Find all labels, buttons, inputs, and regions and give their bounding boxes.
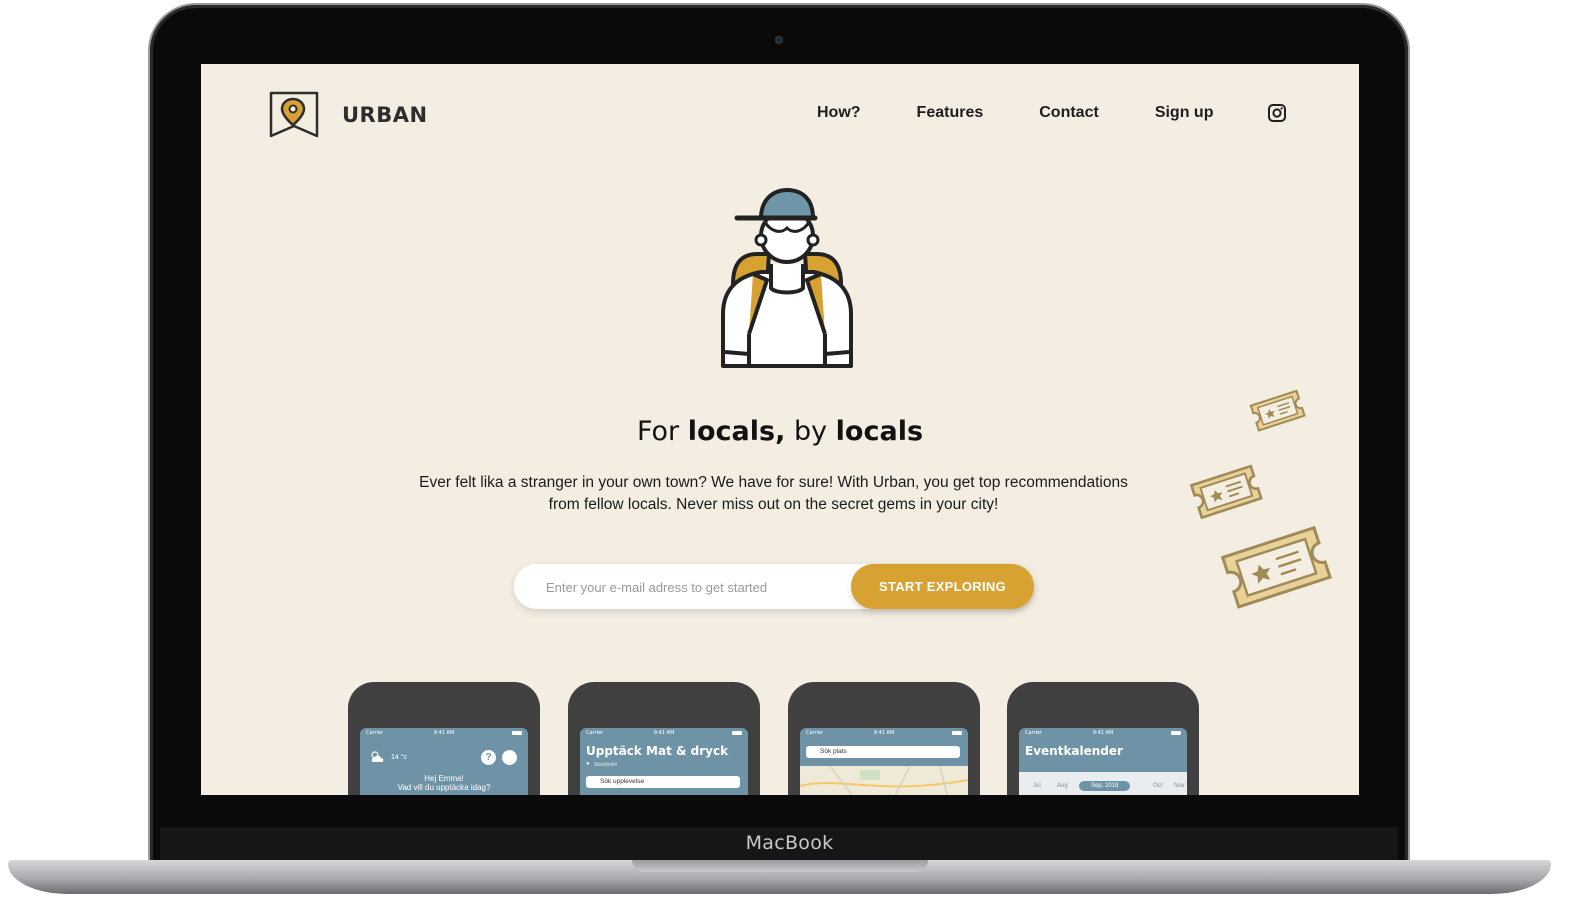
cloud-sun-icon — [371, 751, 384, 762]
greeting: Hej Emma! — [424, 774, 464, 783]
email-input[interactable] — [544, 564, 848, 611]
status-time: 9:41 AM — [1092, 730, 1114, 736]
headline-part-4: locals — [835, 416, 924, 447]
backpacker-illustration — [709, 184, 865, 379]
battery-icon — [512, 731, 522, 735]
battery-icon — [952, 731, 962, 735]
ticket-icon — [1249, 389, 1306, 432]
temperature: 14 °c — [391, 754, 408, 761]
camera-icon — [775, 36, 783, 44]
month-item[interactable]: Oct — [1153, 783, 1162, 789]
device-label: MacBook — [745, 832, 834, 854]
main-nav: How? Features Contact Sign up — [817, 104, 1269, 122]
brand-logo[interactable]: URBAN — [268, 90, 428, 140]
nav-sign-up[interactable]: Sign up — [1155, 104, 1214, 122]
month-item[interactable]: Jul — [1033, 783, 1041, 789]
profile-icon[interactable] — [502, 750, 517, 765]
location-label: Stockholm — [594, 762, 618, 768]
status-time: 9:41 AM — [433, 730, 455, 736]
phone-screen: Carrier 9:41 AM Eventkalender Jul Aug Se… — [1019, 728, 1187, 795]
month-item[interactable]: Aug — [1057, 783, 1068, 789]
laptop-notch — [632, 860, 928, 872]
website-screen: URBAN How? Features Contact Sign up For … — [201, 64, 1359, 795]
map-view[interactable] — [800, 765, 968, 795]
tagline-line-1: Ever felt lika a stranger in your own to… — [419, 474, 1128, 491]
month-item[interactable]: Nov — [1174, 783, 1185, 789]
ticket-icon — [1189, 464, 1263, 520]
phone-mockup-map: Carrier 9:41 AM Sök plats — [788, 682, 980, 795]
headline-part-2: locals, — [687, 416, 786, 447]
headline-part-3: by — [785, 416, 836, 447]
phone-mockup-food: Carrier 9:41 AM Upptäck Mat & dryck ● St… — [568, 682, 760, 795]
map-pin-logo-icon — [269, 91, 319, 138]
phone-screen: Carrier 9:41 AM Sök plats — [800, 728, 968, 795]
battery-icon — [732, 731, 742, 735]
greeting-question: Vad vill du upptäcka idag? — [397, 783, 491, 792]
location-pin-icon: ● — [586, 761, 590, 767]
signup-form: START EXPLORING — [514, 564, 1034, 611]
nav-contact[interactable]: Contact — [1039, 104, 1099, 122]
phone-screen: Carrier 9:41 AM 14 °c ? Hej Emma! Vad vi… — [360, 728, 528, 795]
month-picker[interactable]: Jul Aug Sep, 2019 Oct Nov — [1019, 772, 1187, 795]
ticket-icon — [1220, 525, 1332, 609]
status-time: 9:41 AM — [653, 730, 675, 736]
brand-name: URBAN — [342, 103, 428, 127]
nav-features[interactable]: Features — [917, 104, 984, 122]
start-exploring-button[interactable]: START EXPLORING — [851, 564, 1034, 609]
battery-icon — [1171, 731, 1181, 735]
phone-mockup-home: Carrier 9:41 AM 14 °c ? Hej Emma! Vad vi… — [348, 682, 540, 795]
hero-tagline: Ever felt lika a stranger in your own to… — [401, 472, 1146, 516]
tagline-line-2: from fellow locals. Never miss out on th… — [548, 496, 999, 513]
instagram-icon[interactable] — [1267, 103, 1287, 128]
nav-how[interactable]: How? — [817, 104, 861, 122]
month-item-selected[interactable]: Sep, 2019 — [1079, 781, 1131, 791]
search-field[interactable]: Sök upplevelse — [586, 776, 740, 788]
screen-title: Upptäck Mat & dryck — [586, 744, 729, 758]
tickets-decoration — [1179, 386, 1339, 621]
help-icon[interactable]: ? — [481, 750, 496, 765]
screen-title: Eventkalender — [1025, 744, 1123, 758]
phone-screen: Carrier 9:41 AM Upptäck Mat & dryck ● St… — [580, 728, 748, 795]
phone-mockup-calendar: Carrier 9:41 AM Eventkalender Jul Aug Se… — [1007, 682, 1199, 795]
search-field[interactable]: Sök plats — [806, 746, 960, 758]
headline-part-1: For — [636, 416, 688, 447]
status-time: 9:41 AM — [873, 730, 895, 736]
